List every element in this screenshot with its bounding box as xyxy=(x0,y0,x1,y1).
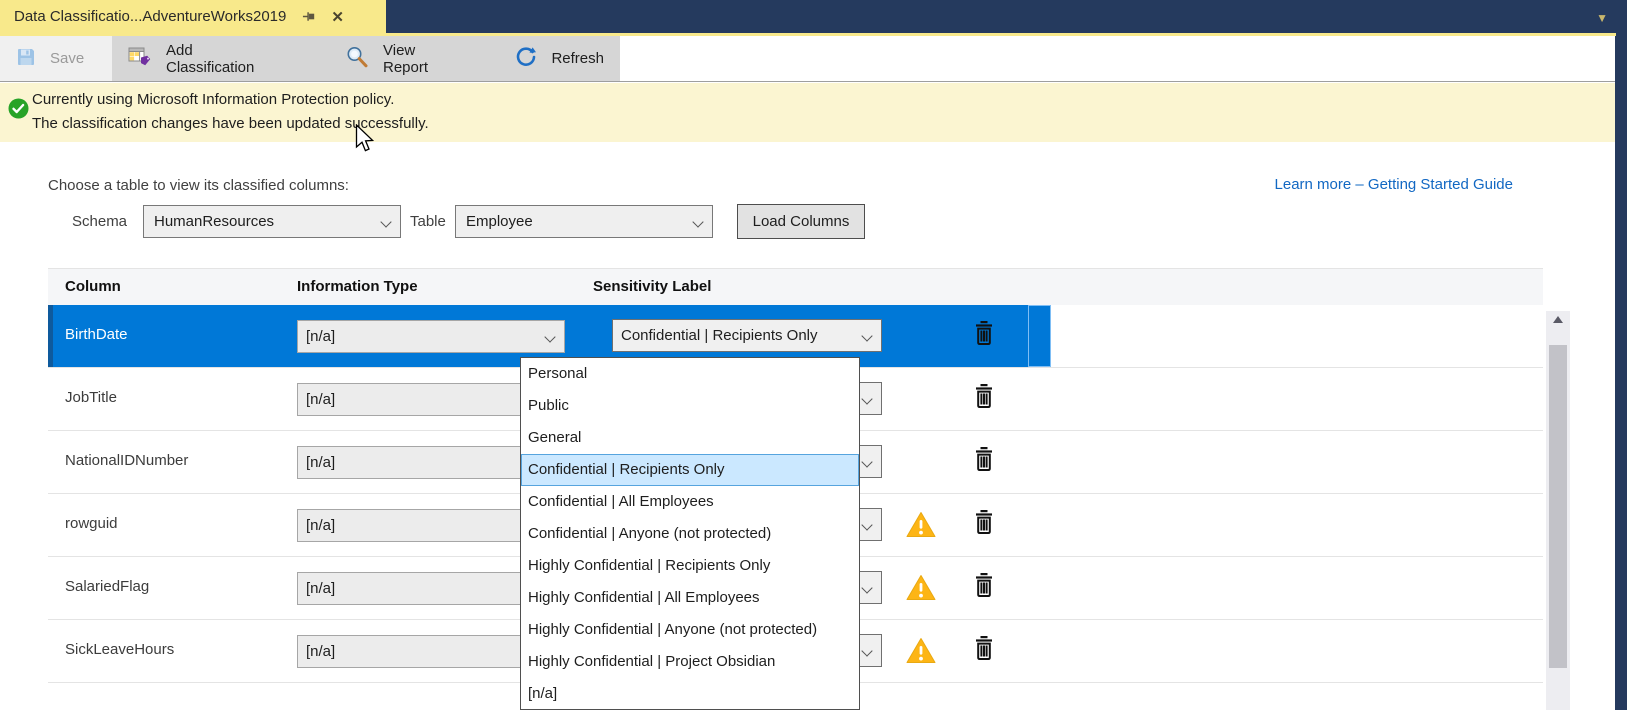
chevron-down-icon xyxy=(692,216,703,227)
chevron-down-icon xyxy=(861,645,872,656)
sensitivity-option[interactable]: Highly Confidential | Recipients Only xyxy=(521,550,859,582)
vertical-scrollbar[interactable] xyxy=(1546,311,1570,710)
tab-title: Data Classificatio...AdventureWorks2019 xyxy=(14,8,286,25)
information-type-value: [n/a] xyxy=(306,643,335,660)
delete-row-icon[interactable] xyxy=(974,383,994,413)
delete-row-icon[interactable] xyxy=(974,572,994,602)
sensitivity-option[interactable]: Highly Confidential | Anyone (not protec… xyxy=(521,614,859,646)
choose-table-prompt: Choose a table to view its classified co… xyxy=(48,177,349,194)
schema-select-value: HumanResources xyxy=(154,213,274,230)
schema-label: Schema xyxy=(72,213,127,230)
add-classification-button[interactable]: Add Classification xyxy=(112,36,271,81)
delete-row-icon[interactable] xyxy=(974,509,994,539)
pin-icon[interactable] xyxy=(302,9,317,24)
information-type-value: [n/a] xyxy=(306,454,335,471)
table-select[interactable]: Employee xyxy=(455,205,713,238)
view-report-button[interactable]: View Report xyxy=(329,36,457,81)
header-column: Column xyxy=(65,278,121,295)
window-right-border xyxy=(1615,36,1627,710)
success-check-icon xyxy=(8,98,29,123)
information-type-value: [n/a] xyxy=(306,391,335,408)
information-type-value: [n/a] xyxy=(306,328,335,345)
data-classification-window: Data Classificatio...AdventureWorks2019 … xyxy=(0,0,1627,710)
sensitivity-option[interactable]: Confidential | Anyone (not protected) xyxy=(521,518,859,550)
selected-row-accent xyxy=(48,305,53,367)
chevron-down-icon xyxy=(861,456,872,467)
column-name: rowguid xyxy=(65,515,118,532)
chevron-down-icon xyxy=(861,582,872,593)
info-bar: Currently using Microsoft Information Pr… xyxy=(0,83,1627,142)
warning-icon xyxy=(906,511,936,542)
save-button[interactable]: Save xyxy=(0,36,112,81)
information-type-value: [n/a] xyxy=(306,580,335,597)
column-name: SickLeaveHours xyxy=(65,641,174,658)
info-line-1: Currently using Microsoft Information Pr… xyxy=(32,88,429,112)
warning-icon xyxy=(906,637,936,668)
window-titlebar: Data Classificatio...AdventureWorks2019 … xyxy=(0,0,1627,36)
load-columns-button[interactable]: Load Columns xyxy=(737,204,865,239)
table-select-value: Employee xyxy=(466,213,533,230)
view-report-label: View Report xyxy=(383,42,441,76)
sensitivity-option[interactable]: Confidential | Recipients Only xyxy=(521,454,859,486)
refresh-button[interactable]: Refresh xyxy=(499,36,620,81)
sensitivity-label-select[interactable]: Confidential | Recipients Only xyxy=(612,319,882,352)
sensitivity-option[interactable]: Public xyxy=(521,390,859,422)
chevron-down-icon xyxy=(544,331,555,342)
sensitivity-option[interactable]: Personal xyxy=(521,358,859,390)
toolbar-strip: Save Add Classification View Report Re xyxy=(0,36,620,81)
table-label: Table xyxy=(410,213,446,230)
delete-row-icon[interactable] xyxy=(974,446,994,476)
sensitivity-option[interactable]: Highly Confidential | Project Obsidian xyxy=(521,646,859,678)
save-icon xyxy=(16,47,36,71)
sensitivity-label-value: Confidential | Recipients Only xyxy=(621,327,818,344)
sensitivity-option[interactable]: Highly Confidential | All Employees xyxy=(521,582,859,614)
chevron-down-icon xyxy=(861,330,872,341)
chevron-down-icon xyxy=(861,519,872,530)
refresh-label: Refresh xyxy=(551,50,604,67)
scroll-up-arrow-icon[interactable] xyxy=(1553,316,1563,323)
header-sensitivity-label: Sensitivity Label xyxy=(593,278,711,295)
column-name: JobTitle xyxy=(65,389,117,406)
delete-row-icon[interactable] xyxy=(974,320,994,350)
information-type-select[interactable]: [n/a] xyxy=(297,320,565,353)
scrollbar-thumb[interactable] xyxy=(1549,345,1567,668)
add-classification-icon xyxy=(128,46,152,72)
delete-row-icon[interactable] xyxy=(974,635,994,665)
grid-header: Column Information Type Sensitivity Labe… xyxy=(48,268,1543,305)
document-well-caret-icon[interactable]: ▼ xyxy=(1596,12,1608,24)
chevron-down-icon xyxy=(380,216,391,227)
chevron-down-icon xyxy=(861,393,872,404)
save-label: Save xyxy=(50,50,84,67)
toolbar: Save Add Classification View Report Re xyxy=(0,36,1627,82)
magnifier-icon xyxy=(345,45,369,73)
sensitivity-option[interactable]: [n/a] xyxy=(521,678,859,710)
warning-icon xyxy=(906,574,936,605)
sensitivity-option[interactable]: General xyxy=(521,422,859,454)
refresh-icon xyxy=(515,46,537,72)
sensitivity-option[interactable]: Confidential | All Employees xyxy=(521,486,859,518)
column-name: SalariedFlag xyxy=(65,578,149,595)
schema-select[interactable]: HumanResources xyxy=(143,205,401,238)
header-information-type: Information Type xyxy=(297,278,418,295)
learn-more-link[interactable]: Learn more – Getting Started Guide xyxy=(1275,176,1513,193)
column-name: BirthDate xyxy=(65,326,128,343)
mouse-cursor xyxy=(355,124,375,158)
close-icon[interactable]: ✕ xyxy=(331,8,344,26)
add-classification-label: Add Classification xyxy=(166,42,255,76)
selected-row-end-cell xyxy=(1028,305,1051,367)
sensitivity-dropdown-list: PersonalPublicGeneralConfidential | Reci… xyxy=(520,357,860,710)
document-tab[interactable]: Data Classificatio...AdventureWorks2019 … xyxy=(0,0,386,33)
column-name: NationalIDNumber xyxy=(65,452,188,469)
information-type-value: [n/a] xyxy=(306,517,335,534)
